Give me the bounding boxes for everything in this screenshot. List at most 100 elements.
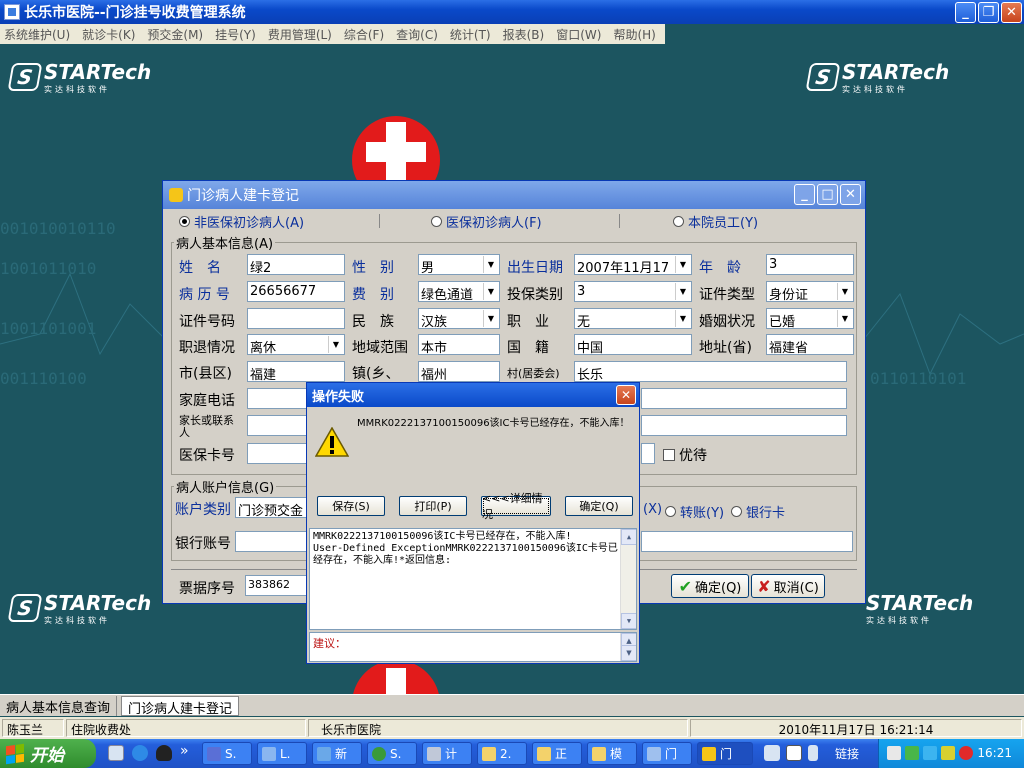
- ethnicity-select[interactable]: 汉族 ▼: [418, 308, 500, 329]
- error-dialog-title-bar[interactable]: 操作失败: [307, 383, 639, 407]
- nationality-field[interactable]: 中国: [574, 334, 692, 355]
- province-field[interactable]: 福建省: [766, 334, 854, 355]
- receipt-no-label: 票据序号: [179, 581, 235, 597]
- show-desktop-icon[interactable]: [108, 745, 124, 761]
- radio-bank-card[interactable]: 银行卡: [731, 502, 785, 521]
- menu-deposit[interactable]: 预交金(M): [147, 26, 203, 43]
- dialog-title-bar[interactable]: 门诊病人建卡登记: [163, 181, 865, 209]
- radio-transfer[interactable]: 转账(Y): [665, 502, 724, 521]
- internet-explorer-icon[interactable]: [132, 745, 148, 761]
- sync-icon[interactable]: [923, 746, 937, 760]
- taskbar-button[interactable]: 新: [312, 742, 362, 765]
- taskbar-button[interactable]: 正: [532, 742, 582, 765]
- radio-insured[interactable]: 医保初诊病人(F): [431, 212, 542, 231]
- menu-report[interactable]: 报表(B): [503, 26, 545, 43]
- scroll-down-icon: ▼: [621, 613, 636, 629]
- close-button[interactable]: ✕: [1001, 2, 1022, 23]
- windows-logo-icon: [6, 743, 24, 764]
- village-field[interactable]: 长乐: [574, 361, 847, 382]
- menu-register[interactable]: 挂号(Y): [215, 26, 256, 43]
- start-button[interactable]: 开始: [0, 739, 96, 768]
- city-field[interactable]: 福建: [247, 361, 345, 382]
- radio-non-insured[interactable]: 非医保初诊病人(A): [179, 212, 304, 231]
- suggestion-box[interactable]: 建议： ▲ ▼: [309, 632, 637, 662]
- error-detail-text[interactable]: MMRK0222137100150096该IC卡号已经存在，不能入库! User…: [309, 528, 637, 630]
- age-field[interactable]: 3: [766, 254, 854, 275]
- chevron-down-icon: ▼: [328, 336, 343, 353]
- menu-card[interactable]: 就诊卡(K): [82, 26, 135, 43]
- bank-account-field[interactable]: [235, 531, 307, 552]
- taskbar-button[interactable]: S.: [202, 742, 252, 765]
- qq-icon[interactable]: [156, 745, 172, 761]
- address-field[interactable]: [641, 388, 847, 409]
- confirm-button[interactable]: ✔ 确定(Q): [671, 574, 749, 598]
- taskbar-button[interactable]: 计: [422, 742, 472, 765]
- tab-patient-query[interactable]: 病人基本信息查询: [0, 695, 118, 716]
- id-type-select[interactable]: 身份证 ▼: [766, 281, 854, 302]
- menu-stats[interactable]: 统计(T): [450, 26, 491, 43]
- birth-date-picker[interactable]: 2007年11月17 ▼: [574, 254, 692, 275]
- taskbar-button[interactable]: 2.: [477, 742, 527, 765]
- fee-category-select[interactable]: 绿色通道 ▼: [418, 281, 500, 302]
- app-icon[interactable]: [4, 4, 20, 20]
- links-toolbar[interactable]: 链接: [835, 745, 859, 762]
- menu-fee[interactable]: 费用管理(L): [268, 26, 332, 43]
- clock[interactable]: 16:21: [977, 746, 1012, 760]
- error-close-button[interactable]: ✕: [616, 385, 636, 405]
- retirement-select[interactable]: 离休 ▼: [247, 334, 345, 355]
- sex-select[interactable]: 男 ▼: [418, 254, 500, 275]
- menu-general[interactable]: 综合(F): [344, 26, 384, 43]
- taskbar-button[interactable]: 模: [587, 742, 637, 765]
- bank-account-field-right[interactable]: [641, 531, 853, 552]
- option-x-label[interactable]: (X): [643, 502, 662, 517]
- minimize-button[interactable]: _: [955, 2, 976, 23]
- insurance-type-select[interactable]: 3 ▼: [574, 281, 692, 302]
- marital-select[interactable]: 已婚 ▼: [766, 308, 854, 329]
- language-icon[interactable]: [808, 745, 818, 761]
- menu-system[interactable]: 系统维护(U): [4, 26, 70, 43]
- more-launch-icon[interactable]: »: [180, 743, 189, 759]
- card-field-end[interactable]: [641, 443, 655, 464]
- error-dialog: 操作失败 ✕ MMRK0222137100150096该IC卡号已经存在，不能入…: [306, 382, 640, 664]
- taskbar-button[interactable]: S.: [367, 742, 417, 765]
- dialog-minimize-button[interactable]: _: [794, 184, 815, 205]
- record-no-field[interactable]: 26656677: [247, 281, 345, 302]
- taskbar-button[interactable]: L.: [257, 742, 307, 765]
- dialog-maximize-button[interactable]: □: [817, 184, 838, 205]
- details-button[interactable]: <<<详细情况: [481, 492, 551, 521]
- main-title-bar[interactable]: 长乐市医院--门诊挂号收费管理系统 _ ❐ ✕: [0, 0, 1024, 24]
- print-button[interactable]: 打印(P): [399, 496, 467, 516]
- menu-query[interactable]: 查询(C): [396, 26, 438, 43]
- patient-type-selector: 非医保初诊病人(A) 医保初诊病人(F) 本院员工(Y): [173, 211, 859, 231]
- security-icon[interactable]: [905, 746, 919, 760]
- town-field[interactable]: 福州: [418, 361, 500, 382]
- contact-phone-field[interactable]: [641, 415, 847, 436]
- restore-button[interactable]: ❐: [978, 2, 999, 23]
- tab-card-registration[interactable]: 门诊病人建卡登记: [121, 695, 240, 717]
- taskbar-button[interactable]: 门: [642, 742, 692, 765]
- network-icon[interactable]: [887, 746, 901, 760]
- occupation-select[interactable]: 无 ▼: [574, 308, 692, 329]
- chevron-down-icon: ▼: [483, 283, 498, 300]
- name-label: 姓 名: [179, 260, 221, 276]
- menu-help[interactable]: 帮助(H): [613, 26, 655, 43]
- menu-window[interactable]: 窗口(W): [556, 26, 601, 43]
- account-type-field[interactable]: 门诊预交金: [235, 497, 307, 518]
- radio-staff[interactable]: 本院员工(Y): [673, 212, 758, 231]
- help-icon[interactable]: [786, 745, 802, 761]
- suggestion-scrollbar[interactable]: ▲ ▼: [620, 633, 636, 661]
- receipt-no-field[interactable]: 383862: [245, 575, 307, 596]
- priority-checkbox[interactable]: 优待: [663, 445, 707, 465]
- stop-icon[interactable]: [959, 746, 973, 760]
- dialog-close-button[interactable]: ✕: [840, 184, 861, 205]
- region-field[interactable]: 本市: [418, 334, 500, 355]
- pen-icon[interactable]: [941, 746, 955, 760]
- id-number-field[interactable]: [247, 308, 345, 329]
- error-ok-button[interactable]: 确定(Q): [565, 496, 633, 516]
- detail-scrollbar[interactable]: ▲ ▼: [620, 529, 636, 629]
- taskbar-button-active[interactable]: 门: [697, 742, 753, 765]
- save-button[interactable]: 保存(S): [317, 496, 385, 516]
- keyboard-icon[interactable]: [764, 745, 780, 761]
- cancel-button[interactable]: ✘ 取消(C): [751, 574, 825, 598]
- name-field[interactable]: 绿2: [247, 254, 345, 275]
